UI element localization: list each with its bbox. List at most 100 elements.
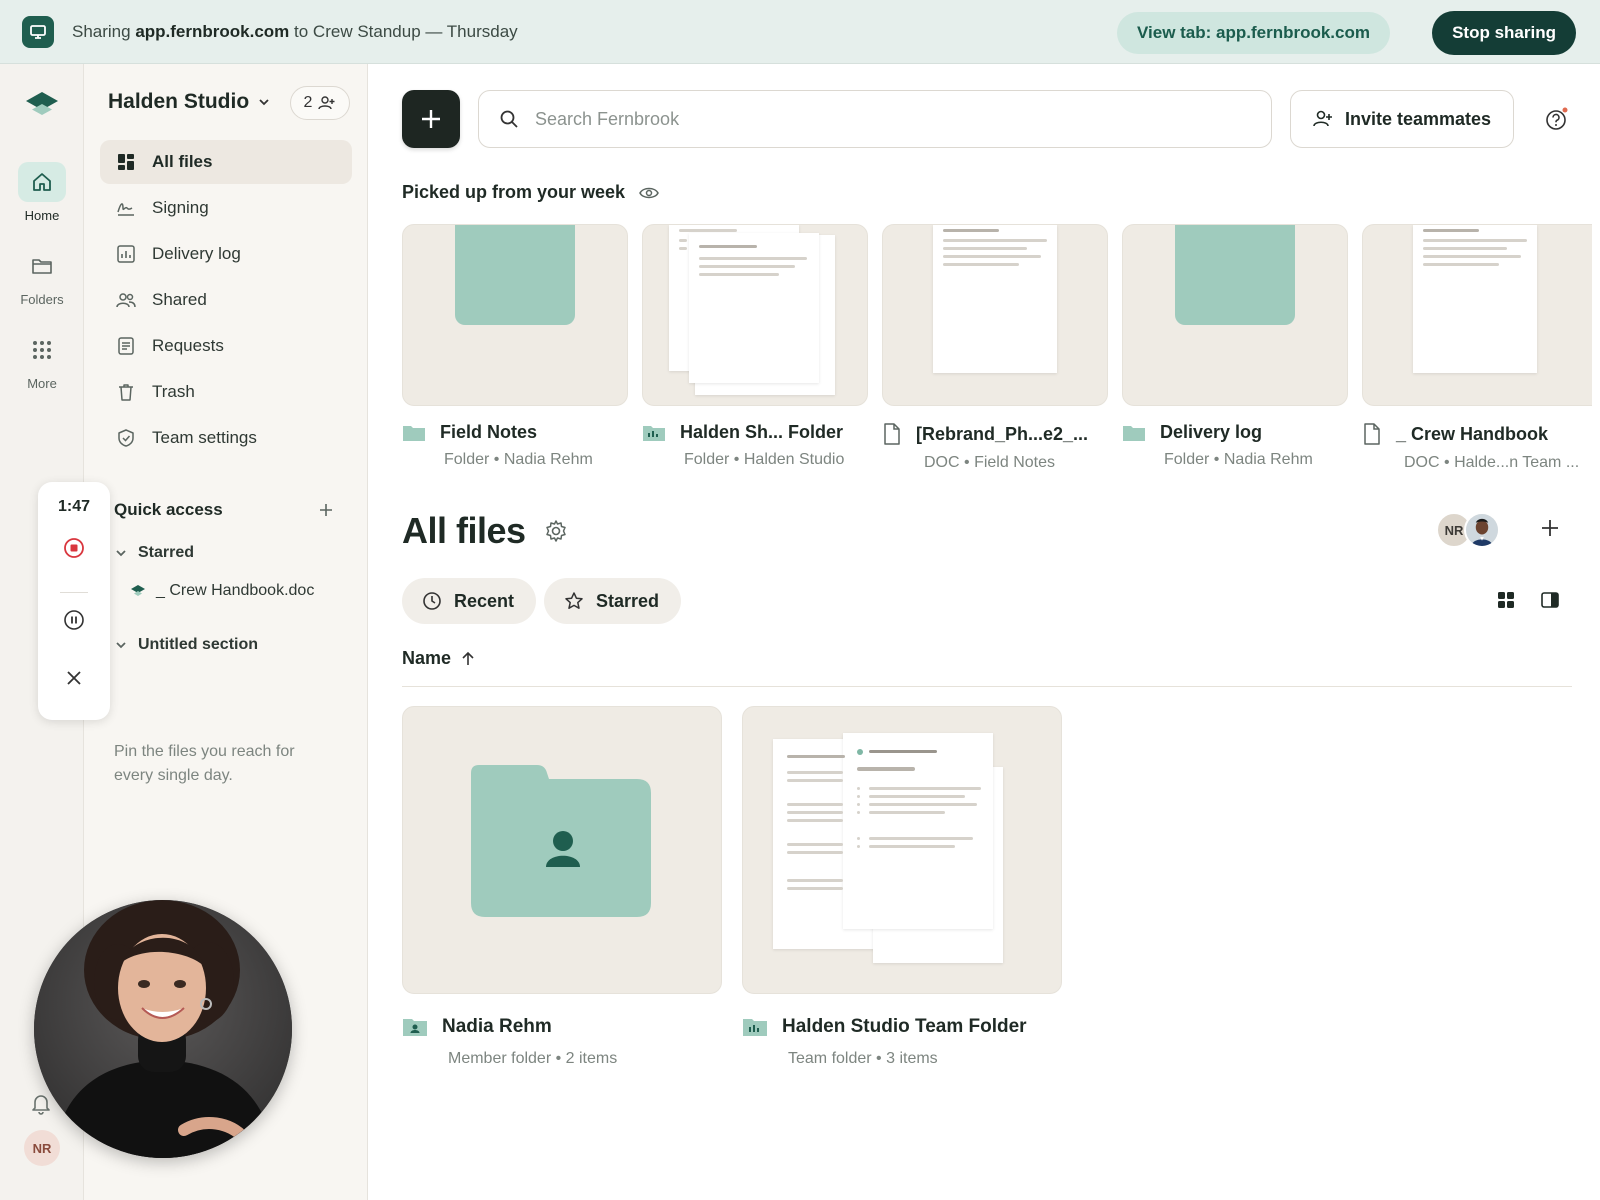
member-folder-illustration [471, 765, 651, 917]
sidebar-item-label: Team settings [152, 428, 257, 447]
member-folder-icon [403, 1019, 427, 1036]
create-new-button[interactable] [402, 90, 460, 148]
sidebar-item-label: Delivery log [152, 244, 241, 263]
quick-access-title: Quick access [114, 500, 223, 519]
chevron-down-icon [116, 550, 126, 557]
sidebar-item-label: All files [152, 152, 213, 171]
stop-sharing-button[interactable]: Stop sharing [1432, 11, 1576, 55]
picked-thumbnail [882, 224, 1108, 406]
all-files-heading: All files [402, 510, 568, 552]
request-icon [118, 337, 134, 355]
chevron-down-icon [116, 642, 126, 649]
member-count: 2 [303, 94, 313, 111]
pause-icon[interactable] [62, 608, 86, 632]
search-icon [500, 110, 518, 128]
add-member-icon[interactable] [1540, 518, 1560, 543]
picked-meta: DOC • Field Notes [924, 454, 1055, 471]
rail-folders[interactable]: Folders [0, 246, 84, 307]
file-thumbnail [742, 706, 1062, 994]
rail-home[interactable]: Home [0, 162, 84, 223]
presenter-camera-bubble[interactable] [34, 900, 292, 1158]
quick-access-header: Quick access [114, 500, 334, 520]
filter-chip-recent[interactable]: Recent [402, 578, 537, 624]
picked-card[interactable]: Field Notes Folder • Nadia Rehm [402, 224, 628, 469]
sidebar-item-delivery-log[interactable]: Delivery log [100, 232, 352, 276]
document-icon [1364, 423, 1380, 445]
bell-icon[interactable] [30, 1092, 52, 1121]
sidebar-item-team-settings[interactable]: Team settings [100, 416, 352, 460]
sort-by-name[interactable]: Name [402, 648, 475, 669]
picked-name: Field Notes [440, 422, 538, 442]
eye-icon[interactable] [639, 186, 659, 200]
sidebar-item-all-files[interactable]: All files [100, 140, 352, 184]
rail-more-label: More [27, 376, 57, 391]
sidebar-item-trash[interactable]: Trash [100, 370, 352, 414]
presenter-portrait [34, 900, 292, 1158]
main-content: Invite teammates Picked up from your wee… [368, 64, 1600, 1200]
gear-icon[interactable] [544, 519, 568, 543]
star-icon [565, 592, 583, 609]
starred-section-label: Starred [138, 544, 195, 561]
picked-card[interactable]: Delivery log Folder • Nadia Rehm [1122, 224, 1348, 469]
file-card[interactable]: Nadia Rehm Member folder • 2 items [402, 706, 722, 1068]
picked-name: [Rebrand_Ph...e2_... [916, 423, 1089, 444]
quick-access-file[interactable]: _ Crew Handbook.doc [130, 582, 314, 600]
workspace-members-button[interactable]: 2 [290, 86, 350, 120]
grid-dots-icon [18, 330, 66, 370]
sidebar-item-label: Signing [152, 198, 209, 217]
file-card[interactable]: Halden Studio Team Folder Team folder • … [742, 706, 1062, 1068]
people-icon [116, 293, 136, 308]
fernbrook-logo-icon[interactable] [24, 90, 60, 125]
chip-label: Starred [596, 590, 660, 611]
trash-icon [119, 384, 133, 401]
file-name: Halden Studio Team Folder [782, 1016, 1027, 1037]
quick-access-hint: Pin the files you reach for every single… [114, 743, 295, 784]
screen-share-icon [22, 15, 54, 48]
picked-thumbnail [642, 224, 868, 406]
sidebar-item-requests[interactable]: Requests [100, 324, 352, 368]
picked-card[interactable]: _ Crew Handbook DOC • Halde...n Team ... [1362, 224, 1592, 472]
file-meta: Member folder • 2 items [448, 1050, 618, 1067]
picked-name: Delivery log [1160, 422, 1263, 442]
fernbrook-doc-icon [131, 585, 145, 596]
search-input[interactable] [535, 108, 1235, 130]
quick-access-starred-section[interactable]: Starred [114, 544, 194, 562]
untitled-section-label: Untitled section [138, 636, 259, 653]
divider [402, 686, 1572, 687]
picked-card[interactable]: Halden Sh... Folder Folder • Halden Stud… [642, 224, 868, 469]
chip-label: Recent [454, 590, 515, 611]
user-avatar[interactable]: NR [24, 1130, 60, 1166]
search-bar[interactable] [478, 90, 1272, 148]
quick-access-untitled-section[interactable]: Untitled section [114, 636, 258, 654]
sidebar-item-shared[interactable]: Shared [100, 278, 352, 322]
signature-icon [117, 203, 134, 216]
picked-meta: Folder • Halden Studio [684, 451, 845, 468]
rail-more[interactable]: More [0, 330, 84, 391]
sidebar-item-label: Requests [152, 336, 224, 355]
recording-timer: 1:47 [57, 498, 91, 515]
grid-view-icon[interactable] [1496, 590, 1516, 615]
file-meta: Team folder • 3 items [788, 1050, 938, 1067]
close-icon[interactable] [62, 666, 86, 690]
member-avatars[interactable]: NR [1436, 512, 1506, 552]
help-icon[interactable] [1544, 106, 1570, 137]
workspace-switcher[interactable]: Halden Studio [108, 90, 271, 114]
recording-divider [60, 592, 88, 593]
picked-card[interactable]: [Rebrand_Ph...e2_... DOC • Field Notes [882, 224, 1108, 472]
invite-teammates-button[interactable]: Invite teammates [1290, 90, 1514, 148]
picked-thumbnail [1122, 224, 1348, 406]
sort-label: Name [402, 648, 452, 668]
add-quick-access-icon[interactable] [318, 502, 334, 518]
add-person-icon [318, 96, 335, 110]
sidebar-item-label: Shared [152, 290, 207, 309]
filter-chip-starred[interactable]: Starred [544, 578, 682, 624]
document-icon [884, 423, 900, 445]
rail-home-label: Home [24, 208, 60, 223]
view-tab-button[interactable]: View tab: app.fernbrook.com [1116, 12, 1390, 54]
file-thumbnail [402, 706, 722, 994]
sidebar-item-signing[interactable]: Signing [100, 186, 352, 230]
side-panel-icon[interactable] [1540, 590, 1560, 615]
stop-recording-icon[interactable] [62, 536, 86, 560]
clock-icon [423, 592, 441, 610]
share-status-text: Sharing app.fernbrook.com to Crew Standu… [72, 21, 518, 41]
